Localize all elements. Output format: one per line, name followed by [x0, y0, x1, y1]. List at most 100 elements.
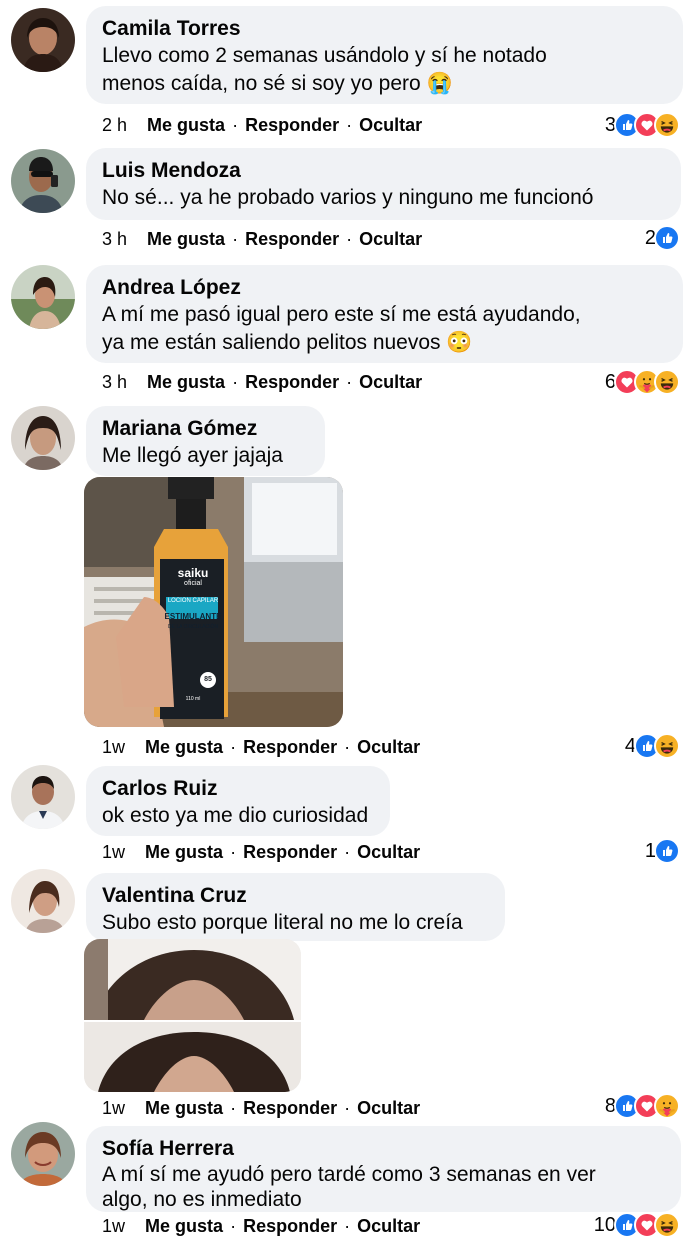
comment-text: Llevo como 2 semanas usándolo y sí he no…	[102, 44, 547, 67]
comment-bubble: Valentina Cruz Subo esto porque literal …	[86, 873, 505, 941]
separator: ·	[344, 842, 351, 862]
comment-timestamp[interactable]: 1w	[102, 737, 125, 757]
comment-bubble: Mariana Gómez Me llegó ayer jajaja	[86, 406, 325, 476]
comment-author[interactable]: Mariana Gómez	[102, 416, 309, 442]
comment-text: algo, no es inmediato	[102, 1188, 302, 1211]
reply-button[interactable]: Responder	[245, 372, 339, 392]
hide-button[interactable]: Ocultar	[357, 737, 420, 757]
like-button[interactable]: Me gusta	[147, 372, 225, 392]
like-button[interactable]: Me gusta	[147, 115, 225, 135]
like-button[interactable]: Me gusta	[145, 1216, 223, 1236]
avatar[interactable]	[11, 1122, 75, 1186]
comment-author[interactable]: Carlos Ruiz	[102, 776, 374, 802]
reaction-summary[interactable]: 3	[605, 112, 680, 138]
comment-text: ya me están saliendo pelitos nuevos 😳	[102, 331, 473, 354]
reaction-summary[interactable]: 2	[645, 225, 680, 251]
like-button[interactable]: Me gusta	[145, 842, 223, 862]
separator: ·	[344, 737, 351, 757]
comment-timestamp[interactable]: 3 h	[102, 229, 127, 249]
hide-button[interactable]: Ocultar	[359, 115, 422, 135]
hide-button[interactable]: Ocultar	[359, 229, 422, 249]
comment-timestamp[interactable]: 1w	[102, 1098, 125, 1118]
reaction-count: 10	[593, 1213, 616, 1236]
separator: ·	[344, 1098, 351, 1118]
haha-icon	[654, 112, 680, 138]
comment-photo-product[interactable]: saiku oficial LOCION CAPILAR ESTIMULANTE…	[84, 477, 343, 727]
separator: ·	[230, 842, 237, 862]
separator: ·	[346, 115, 353, 135]
avatar[interactable]	[11, 265, 75, 329]
comment-bubble: Luis Mendoza No sé... ya he probado vari…	[86, 148, 681, 220]
separator: ·	[230, 1098, 237, 1118]
avatar[interactable]	[11, 8, 75, 72]
hide-button[interactable]: Ocultar	[357, 1098, 420, 1118]
haha-icon	[654, 1212, 680, 1238]
reply-button[interactable]: Responder	[245, 115, 339, 135]
comment-bubble: Carlos Ruiz ok esto ya me dio curiosidad	[86, 766, 390, 836]
comment-author[interactable]: Sofía Herrera	[102, 1136, 665, 1162]
comment-timestamp[interactable]: 3 h	[102, 372, 127, 392]
comment-author[interactable]: Andrea López	[102, 275, 667, 301]
product-title: ESTIMULANTE	[164, 612, 222, 621]
comment-text: ok esto ya me dio curiosidad	[102, 804, 369, 827]
care-icon	[654, 1093, 680, 1119]
comment-author[interactable]: Valentina Cruz	[102, 883, 489, 909]
like-button[interactable]: Me gusta	[145, 1098, 223, 1118]
comment-actions: 1w Me gusta · Responder · Ocultar	[102, 841, 420, 863]
comment-author[interactable]: Luis Mendoza	[102, 158, 665, 184]
reply-button[interactable]: Responder	[243, 1216, 337, 1236]
product-label: saiku oficial LOCION CAPILAR ESTIMULANTE…	[162, 567, 224, 704]
comment-photo-before-after[interactable]	[84, 939, 301, 1092]
separator: ·	[346, 229, 353, 249]
reply-button[interactable]: Responder	[243, 1098, 337, 1118]
comment-text: A mí sí me ayudó pero tardé como 3 seman…	[102, 1163, 596, 1186]
comment-actions: 1w Me gusta · Responder · Ocultar	[102, 1215, 420, 1237]
avatar[interactable]	[11, 406, 75, 470]
hide-button[interactable]: Ocultar	[357, 1216, 420, 1236]
separator: ·	[230, 1216, 237, 1236]
separator: ·	[232, 229, 239, 249]
comment-timestamp[interactable]: 1w	[102, 842, 125, 862]
hide-button[interactable]: Ocultar	[357, 842, 420, 862]
comment-timestamp[interactable]: 1w	[102, 1216, 125, 1236]
separator: ·	[232, 115, 239, 135]
reaction-summary[interactable]: 1	[645, 838, 680, 864]
comment-text: Subo esto porque literal no me lo creía	[102, 911, 463, 934]
reaction-summary[interactable]: 10	[594, 1212, 680, 1238]
avatar[interactable]	[11, 149, 75, 213]
product-volume: 110 ml	[185, 696, 201, 702]
comment-actions: 2 h Me gusta · Responder · Ocultar	[102, 114, 422, 136]
comment-bubble: Camila Torres Llevo como 2 semanas usánd…	[86, 6, 683, 104]
comment-bubble: Andrea López A mí me pasó igual pero est…	[86, 265, 683, 363]
reply-button[interactable]: Responder	[245, 229, 339, 249]
like-button[interactable]: Me gusta	[145, 737, 223, 757]
comment-timestamp[interactable]: 2 h	[102, 115, 127, 135]
product-brand: saiku	[177, 566, 209, 580]
separator: ·	[346, 372, 353, 392]
haha-icon	[654, 369, 680, 395]
like-icon	[654, 225, 680, 251]
product-subtitle: DE LA CIRCULACIÓN	[167, 624, 218, 630]
reaction-summary[interactable]: 8	[605, 1093, 680, 1119]
separator: ·	[232, 372, 239, 392]
comment-actions: 1w Me gusta · Responder · Ocultar	[102, 1097, 420, 1119]
product-type: LOCION CAPILAR	[167, 598, 219, 604]
avatar[interactable]	[11, 765, 75, 829]
reaction-summary[interactable]: 4	[625, 733, 680, 759]
avatar[interactable]	[11, 869, 75, 933]
comment-actions: 3 h Me gusta · Responder · Ocultar	[102, 228, 422, 250]
comment-actions: 3 h Me gusta · Responder · Ocultar	[102, 371, 422, 393]
like-button[interactable]: Me gusta	[147, 229, 225, 249]
comment-text: menos caída, no sé si soy yo pero 😭	[102, 72, 453, 95]
comment-author[interactable]: Camila Torres	[102, 16, 667, 42]
reply-button[interactable]: Responder	[243, 737, 337, 757]
comment-text: A mí me pasó igual pero este sí me está …	[102, 303, 581, 326]
hide-button[interactable]: Ocultar	[359, 372, 422, 392]
reply-button[interactable]: Responder	[243, 842, 337, 862]
separator: ·	[344, 1216, 351, 1236]
product-badge: 85	[200, 672, 216, 688]
haha-icon	[654, 733, 680, 759]
separator: ·	[230, 737, 237, 757]
reaction-summary[interactable]: 6	[605, 369, 680, 395]
product-brand-sub: oficial	[184, 580, 202, 587]
